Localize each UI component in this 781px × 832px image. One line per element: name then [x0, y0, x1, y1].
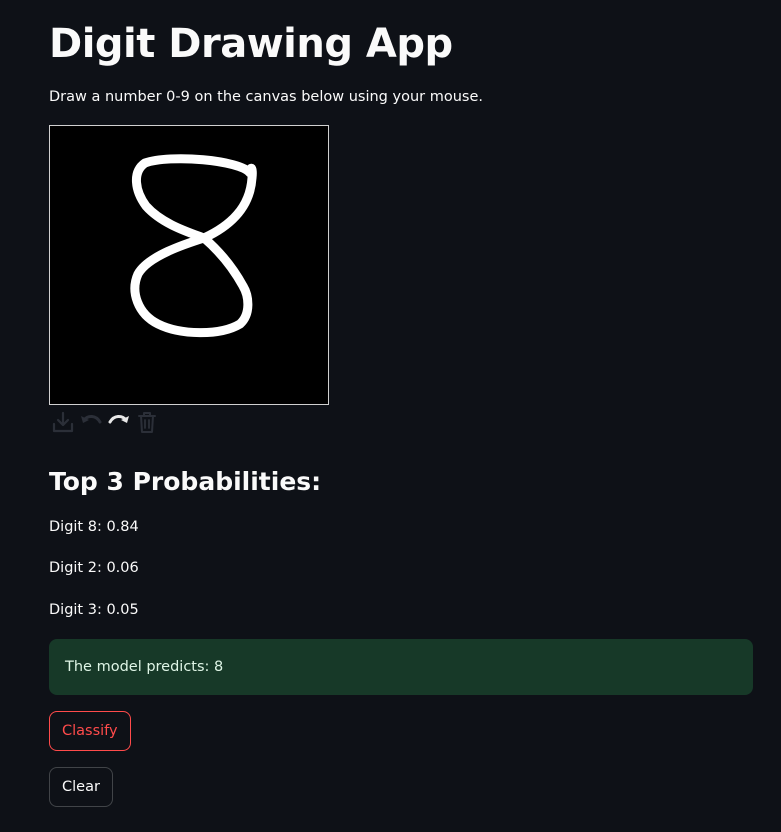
- probability-item: Digit 3: 0.05: [49, 602, 139, 618]
- prediction-text: The model predicts: 8: [65, 659, 224, 675]
- digit-drawing: [130, 154, 257, 338]
- drawing-canvas[interactable]: [49, 125, 329, 405]
- undo-icon[interactable]: [77, 408, 105, 436]
- trash-icon[interactable]: [133, 408, 161, 436]
- classify-button[interactable]: Classify: [49, 711, 131, 751]
- redo-icon[interactable]: [105, 408, 133, 436]
- probability-item: Digit 2: 0.06: [49, 560, 139, 576]
- main-container: Digit Drawing App Draw a number 0-9 on t…: [0, 0, 781, 832]
- probabilities-heading: Top 3 Probabilities:: [49, 467, 322, 496]
- probability-item: Digit 8: 0.84: [49, 519, 139, 535]
- instructions-text: Draw a number 0-9 on the canvas below us…: [49, 89, 483, 105]
- download-icon[interactable]: [49, 408, 77, 436]
- canvas-toolbar: [49, 408, 161, 436]
- prediction-alert: The model predicts: 8: [49, 639, 753, 695]
- page-title: Digit Drawing App: [49, 21, 453, 67]
- clear-button[interactable]: Clear: [49, 767, 113, 807]
